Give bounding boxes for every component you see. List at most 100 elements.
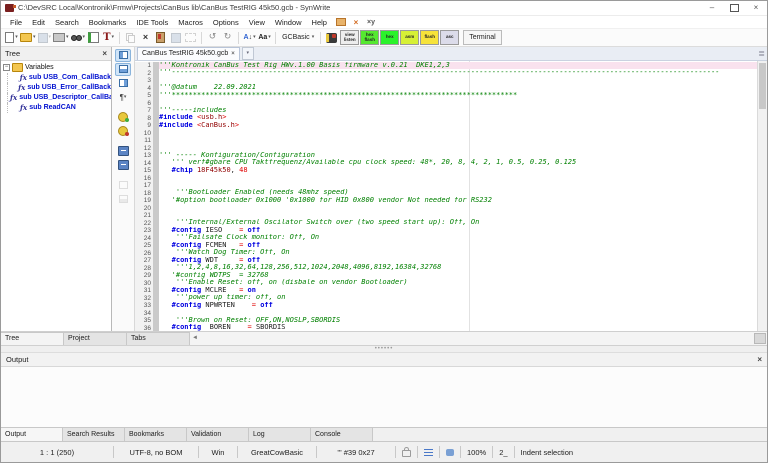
collapse-icon[interactable]: −	[3, 64, 10, 71]
rect-select-button[interactable]	[183, 31, 198, 44]
code-line[interactable]: 22 '''Internal/External Oscilator Switch…	[135, 219, 758, 227]
line-ends-status[interactable]: Win	[199, 448, 237, 457]
code-line[interactable]: 29 '#config WDTPS = 32768	[135, 272, 758, 280]
code-line[interactable]: 16	[135, 174, 758, 182]
code-line[interactable]: 21	[135, 212, 758, 220]
paste-special-button[interactable]	[168, 31, 183, 44]
bottom-tab-validation[interactable]: Validation	[187, 428, 249, 442]
scrollbar-track[interactable]	[200, 334, 754, 343]
menu-help[interactable]: Help	[307, 16, 332, 28]
code-line[interactable]: 10	[135, 129, 758, 137]
toggle-left-panel-button[interactable]	[115, 49, 131, 62]
scrollbar-thumb[interactable]	[759, 63, 766, 109]
tree-item[interactable]: ƒxsub ReadCAN	[1, 103, 111, 113]
save-button[interactable]: ▾	[37, 31, 53, 44]
minimap-toggle[interactable]	[440, 449, 460, 456]
cut-button[interactable]: ×	[138, 31, 153, 44]
code-line[interactable]: 1'''Kontronik CanBus Test Rig HWv.1.00 B…	[135, 62, 758, 70]
code-line[interactable]: 35 '''Brown on Reset: OFF,ON,NOSLP,SBORD…	[135, 317, 758, 325]
code-line[interactable]: 5'''************************************…	[135, 92, 758, 100]
bookmark-add-button[interactable]	[115, 111, 131, 124]
bottom-tab-bookmarks[interactable]: Bookmarks	[125, 428, 187, 442]
print-button[interactable]: ▾	[52, 31, 70, 44]
goto-next-button[interactable]	[115, 159, 131, 172]
editor-tab-active[interactable]: CanBus TestRIG 45k50.gcb ×	[137, 47, 240, 60]
lexer-status[interactable]: GreatCowBasic	[238, 448, 316, 457]
build-view-listen-button[interactable]: view listen	[340, 30, 359, 45]
code-line[interactable]: 18 '''BootLoader Enabled (needs 48mhz sp…	[135, 189, 758, 197]
code-line[interactable]: 7'''-----includes	[135, 107, 758, 115]
menu-file[interactable]: File	[5, 16, 27, 28]
code-line[interactable]: 23 #config IESO = off	[135, 227, 758, 235]
mdi-restore-icon[interactable]	[335, 17, 347, 27]
build-asc-button[interactable]: asc	[440, 30, 459, 45]
output-close-icon[interactable]: ×	[757, 355, 762, 364]
view-options-button[interactable]	[86, 31, 101, 44]
zoom-status[interactable]: 100%	[461, 448, 492, 457]
goto-prev-button[interactable]	[115, 145, 131, 158]
code-line[interactable]: 17	[135, 182, 758, 190]
disabled-tool-button-2[interactable]	[115, 193, 131, 206]
code-line[interactable]: 33 #config NPWRTEN = off	[135, 302, 758, 310]
menu-edit[interactable]: Edit	[27, 16, 50, 28]
copy-button[interactable]	[123, 31, 138, 44]
readonly-toggle[interactable]	[396, 447, 417, 457]
close-button[interactable]: ×	[745, 1, 767, 14]
tab-close-icon[interactable]: ×	[231, 51, 235, 57]
maximize-button[interactable]	[723, 1, 745, 14]
build-hex-flash-button[interactable]: hex flash	[360, 30, 379, 45]
menu-bookmarks[interactable]: Bookmarks	[84, 16, 132, 28]
code-line[interactable]: 8#include <usb.h>	[135, 114, 758, 122]
redo-button[interactable]: ↻	[220, 31, 235, 44]
tree-item[interactable]: ƒxsub USB_Com_CallBack	[1, 73, 111, 83]
menu-window[interactable]: Window	[270, 16, 307, 28]
code-line[interactable]: 15 #chip 18F45k50, 48	[135, 167, 758, 175]
paste-button[interactable]	[153, 31, 168, 44]
code-line[interactable]: 31 #config MCLRE = on	[135, 287, 758, 295]
new-file-button[interactable]: ▾	[4, 31, 19, 44]
tab-menu-button[interactable]: ▾	[242, 47, 254, 60]
panel-tab-tabs[interactable]: Tabs	[127, 332, 190, 345]
code-line[interactable]: 2'''------------------------------------…	[135, 69, 758, 77]
build-asm-button[interactable]: asm	[400, 30, 419, 45]
build-hex-button[interactable]: hex	[380, 30, 399, 45]
code-line[interactable]: 19 '#option bootloader 0x1000 '0x1000 fo…	[135, 197, 758, 205]
open-file-button[interactable]: ▾	[19, 31, 37, 44]
find-button[interactable]: ▾	[70, 31, 87, 44]
menu-options[interactable]: Options	[208, 16, 244, 28]
menu-view[interactable]: View	[244, 16, 270, 28]
bookmark-remove-button[interactable]	[115, 125, 131, 138]
title-tool-button[interactable]: T▾	[101, 31, 116, 44]
code-line[interactable]: 14 ''' verf#gbare CPU Taktfrequenz/Avail…	[135, 159, 758, 167]
code-line[interactable]: 6	[135, 99, 758, 107]
vertical-scrollbar[interactable]	[757, 61, 767, 331]
code-line[interactable]: 25 #config FCMEN = off	[135, 242, 758, 250]
horizontal-scrollbar[interactable]: ◄	[190, 332, 767, 345]
code-line[interactable]: 26 '''Watch Dog Timer: Off, On	[135, 249, 758, 257]
show-whitespace-button[interactable]: ¶▾	[115, 91, 131, 104]
tree-root-row[interactable]: − Variables	[1, 63, 111, 73]
tree-close-icon[interactable]: ×	[102, 49, 107, 58]
code-line[interactable]: 32 '''power up timer: off, on	[135, 294, 758, 302]
code-line[interactable]: 3	[135, 77, 758, 85]
code-line[interactable]: 36 #config BOREN = SBORDIS	[135, 324, 758, 331]
wrap-toggle[interactable]	[418, 449, 439, 456]
toggle-right-panel-button[interactable]	[115, 77, 131, 90]
panel-tab-tree[interactable]: Tree	[1, 332, 64, 345]
toggle-bottom-panel-button[interactable]	[115, 63, 131, 76]
tree-item[interactable]: ƒxsub USB_Descriptor_CallBack	[1, 93, 111, 103]
code-line[interactable]: 12	[135, 144, 758, 152]
tree-item[interactable]: ƒxsub USB_Error_CallBack	[1, 83, 111, 93]
code-line[interactable]: 20	[135, 204, 758, 212]
bottom-tab-output[interactable]: Output	[1, 428, 63, 442]
disabled-tool-button[interactable]	[115, 179, 131, 192]
caret-position[interactable]: 1 : 1 (250)	[1, 448, 113, 457]
code-line[interactable]: 30 '''Enable Reset: off, on (disbale on …	[135, 279, 758, 287]
bottom-tab-search-results[interactable]: Search Results	[63, 428, 125, 442]
menu-macros[interactable]: Macros	[173, 16, 208, 28]
bottom-tab-log[interactable]: Log	[249, 428, 311, 442]
output-splitter[interactable]: ••••••	[1, 346, 767, 353]
keyboard-layout-icon[interactable]: ×y	[365, 17, 377, 27]
terminal-button[interactable]: Terminal	[463, 30, 501, 45]
undo-button[interactable]: ↺	[205, 31, 220, 44]
